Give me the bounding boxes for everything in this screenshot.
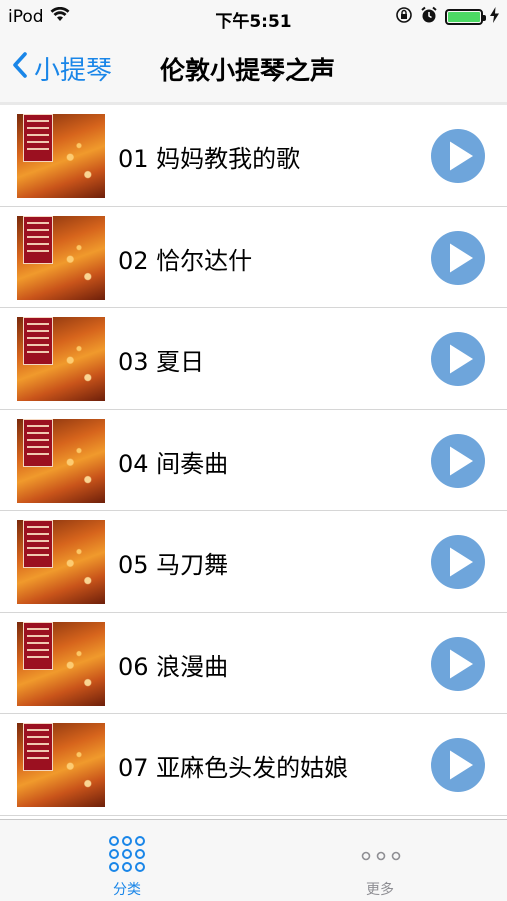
- back-button[interactable]: 小提琴: [12, 50, 112, 87]
- track-row[interactable]: 04 间奏曲: [0, 410, 507, 511]
- tab-more-label: 更多: [366, 882, 394, 898]
- play-icon: [450, 547, 473, 577]
- track-title: 05 马刀舞: [118, 551, 229, 579]
- album-cover-label: [23, 317, 53, 365]
- tab-bar: 分类 更多: [0, 819, 507, 901]
- back-label: 小提琴: [34, 56, 113, 86]
- track-title: 07 亚麻色头发的姑娘: [118, 754, 349, 782]
- album-cover-label: [23, 723, 53, 771]
- track-title: 06 浪漫曲: [118, 652, 229, 681]
- play-button[interactable]: [431, 332, 485, 386]
- status-right: [395, 6, 499, 28]
- album-cover-lights: [57, 743, 101, 801]
- album-cover-label: [23, 114, 53, 162]
- track-row[interactable]: 07 亚麻色头发的姑娘: [0, 714, 507, 816]
- play-icon: [450, 649, 473, 678]
- play-button[interactable]: [431, 738, 485, 792]
- grid-icon: [108, 835, 146, 877]
- track-row[interactable]: 02 恰尔达什: [0, 207, 507, 308]
- play-button[interactable]: [431, 129, 485, 183]
- play-icon: [450, 344, 473, 374]
- album-cover-lights: [57, 337, 101, 395]
- album-art: [17, 723, 105, 807]
- track-title: 03 夏日: [118, 348, 205, 376]
- play-icon: [450, 243, 473, 272]
- play-button[interactable]: [431, 433, 485, 488]
- album-cover-lights: [57, 438, 101, 497]
- track-title: 02 恰尔达什: [118, 246, 253, 275]
- album-cover-lights: [57, 540, 101, 598]
- chevron-left-icon: [12, 51, 28, 86]
- track-row[interactable]: 05 马刀舞: [0, 511, 507, 613]
- status-bar: iPod 下午5:51: [0, 0, 507, 34]
- navigation-bar: 小提琴 伦敦小提琴之声: [0, 34, 507, 103]
- play-icon: [450, 750, 473, 780]
- play-icon: [450, 446, 473, 475]
- play-button[interactable]: [431, 535, 485, 589]
- album-art: [17, 114, 105, 198]
- alarm-icon: [420, 6, 438, 28]
- page-title: 伦敦小提琴之声: [160, 56, 336, 85]
- more-icon: [360, 847, 402, 866]
- album-art: [17, 418, 105, 503]
- album-cover-label: [23, 215, 53, 264]
- album-art: [17, 520, 105, 604]
- rotation-lock-icon: [395, 6, 413, 28]
- play-button[interactable]: [431, 636, 485, 691]
- album-cover-lights: [57, 134, 101, 192]
- track-row[interactable]: 01 妈妈教我的歌: [0, 105, 507, 207]
- album-cover-lights: [57, 641, 101, 700]
- album-art: [17, 621, 105, 706]
- battery-level: [448, 12, 480, 22]
- battery-icon: [445, 9, 486, 25]
- album-cover-label: [23, 520, 53, 568]
- tab-more[interactable]: 更多: [300, 820, 460, 901]
- charging-icon: [490, 7, 499, 27]
- track-row[interactable]: 03 夏日: [0, 308, 507, 410]
- track-title: 01 妈妈教我的歌: [118, 145, 301, 173]
- album-art: [17, 215, 105, 300]
- track-title: 04 间奏曲: [118, 449, 229, 478]
- tab-category[interactable]: 分类: [47, 820, 207, 901]
- tab-category-label: 分类: [113, 882, 141, 898]
- album-cover-lights: [57, 235, 101, 294]
- play-button[interactable]: [431, 230, 485, 285]
- album-cover-label: [23, 418, 53, 467]
- album-art: [17, 317, 105, 401]
- track-row[interactable]: 06 浪漫曲: [0, 613, 507, 714]
- play-icon: [450, 141, 473, 171]
- track-list[interactable]: 01 妈妈教我的歌 02 恰尔达什 03 夏日 04 间奏曲 05 马刀舞 06 浪漫曲 0…: [0, 105, 507, 819]
- album-cover-label: [23, 621, 53, 670]
